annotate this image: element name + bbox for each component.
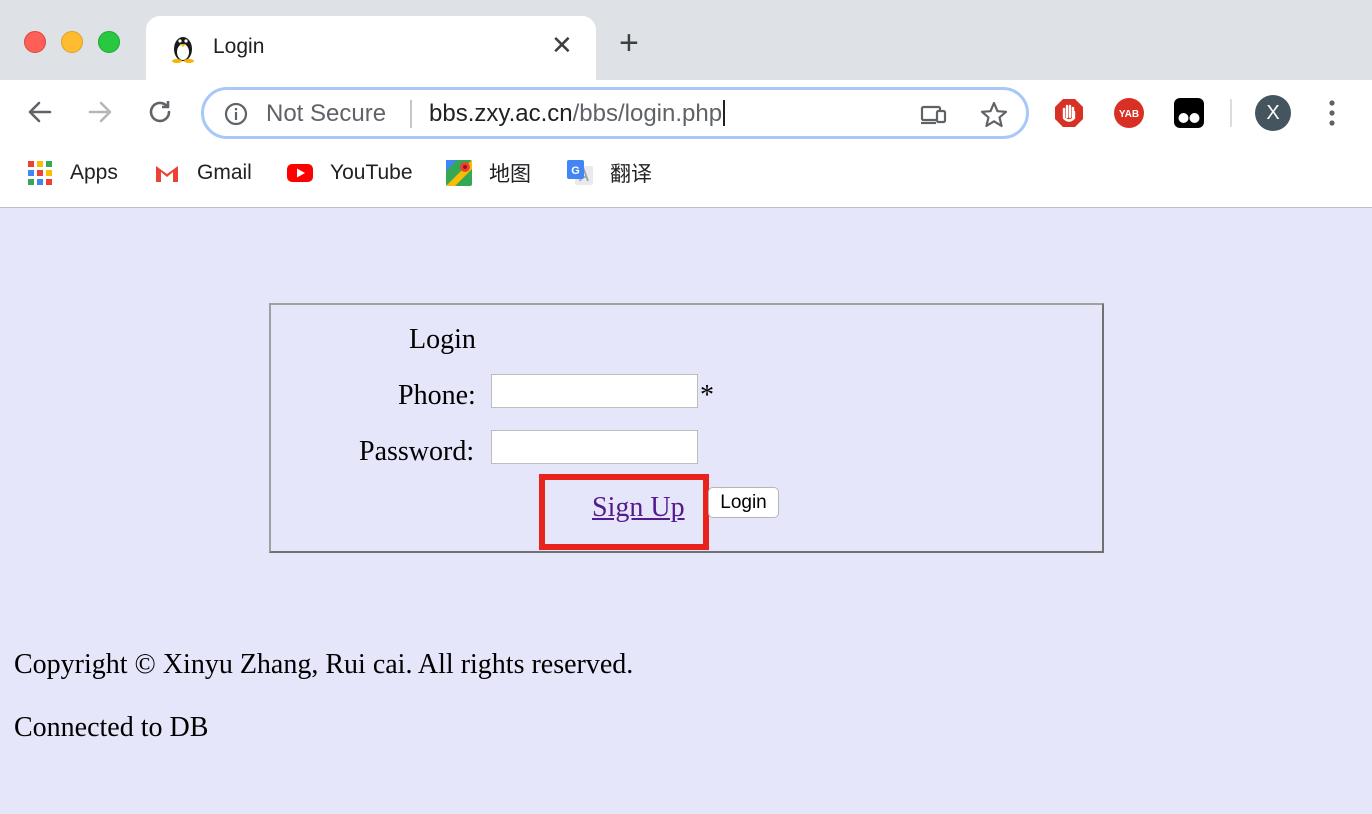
gmail-icon (156, 166, 178, 182)
password-label: Password: (359, 436, 475, 467)
bookmark-label: 地图 (489, 163, 531, 186)
forward-button[interactable] (82, 94, 118, 130)
forward-arrow-icon (88, 101, 112, 123)
login-form-box (269, 303, 1104, 553)
apps-grid-icon (28, 161, 52, 185)
url-host: bbs.zxy.ac.cn (429, 100, 573, 127)
browser-toolbar: Not Secure bbs.zxy.ac.cn/bbs/login.php Y… (0, 80, 1372, 146)
penguin-icon (172, 37, 194, 63)
phone-label: Phone: (398, 380, 476, 411)
close-window-button[interactable] (24, 31, 46, 53)
copyright-text: Copyright © Xinyu Zhang, Rui cai. All ri… (14, 649, 634, 680)
bookmark-gmail[interactable]: Gmail (153, 157, 252, 189)
reload-icon (149, 101, 171, 123)
required-marker: * (700, 380, 714, 411)
login-button[interactable]: Login (708, 487, 779, 518)
bookmark-maps[interactable]: 地图 (445, 157, 531, 189)
minimize-window-button[interactable] (61, 31, 83, 53)
more-menu-icon[interactable] (1322, 98, 1342, 128)
toolbar-separator (1230, 99, 1232, 127)
phone-input[interactable] (491, 374, 698, 408)
svg-text:G: G (571, 165, 580, 177)
cast-devices-icon[interactable] (919, 100, 949, 130)
password-input[interactable] (491, 430, 698, 464)
adblock-hand-icon[interactable] (1053, 97, 1085, 129)
bookmark-youtube[interactable]: YouTube (286, 157, 413, 189)
bookmark-apps[interactable]: Apps (26, 157, 118, 189)
info-icon[interactable] (224, 102, 248, 126)
profile-avatar[interactable]: X (1255, 95, 1291, 131)
address-separator (410, 100, 412, 128)
text-caret (723, 100, 726, 126)
page-content: Login Phone: * Password: Sign Up Login C… (0, 208, 1372, 814)
new-tab-button[interactable]: + (619, 26, 639, 60)
tampermonkey-icon[interactable] (1173, 97, 1205, 129)
yab-icon[interactable]: YAB (1113, 97, 1145, 129)
youtube-icon (287, 164, 313, 182)
url-text[interactable]: bbs.zxy.ac.cn/bbs/login.php (429, 100, 726, 128)
bookmark-translate[interactable]: G 翻译 (566, 157, 652, 189)
bookmark-label: YouTube (330, 161, 413, 184)
db-status-text: Connected to DB (14, 712, 209, 743)
translate-icon: G (567, 160, 593, 185)
tab-close-icon[interactable]: ✕ (551, 30, 573, 61)
bookmark-star-icon[interactable] (979, 100, 1009, 130)
bookmark-label: Apps (70, 161, 118, 184)
bookmarks-bar: Apps Gmail YouTube 地图 G 翻译 (0, 146, 1372, 208)
maps-icon (446, 160, 472, 186)
bookmark-label: 翻译 (610, 163, 652, 186)
back-arrow-icon (28, 101, 52, 123)
active-tab[interactable]: Login ✕ (146, 16, 596, 80)
address-bar[interactable]: Not Secure bbs.zxy.ac.cn/bbs/login.php (201, 87, 1029, 139)
svg-text:YAB: YAB (1119, 109, 1139, 120)
back-button[interactable] (22, 94, 58, 130)
login-form-title: Login (409, 324, 476, 355)
maximize-window-button[interactable] (98, 31, 120, 53)
sign-up-link[interactable]: Sign Up (592, 492, 685, 524)
tab-strip: Login ✕ + (0, 0, 1372, 80)
tab-title: Login (213, 35, 265, 58)
reload-button[interactable] (142, 94, 178, 130)
security-label[interactable]: Not Secure (266, 100, 386, 128)
url-path: /bbs/login.php (572, 100, 723, 127)
bookmark-label: Gmail (197, 161, 252, 184)
